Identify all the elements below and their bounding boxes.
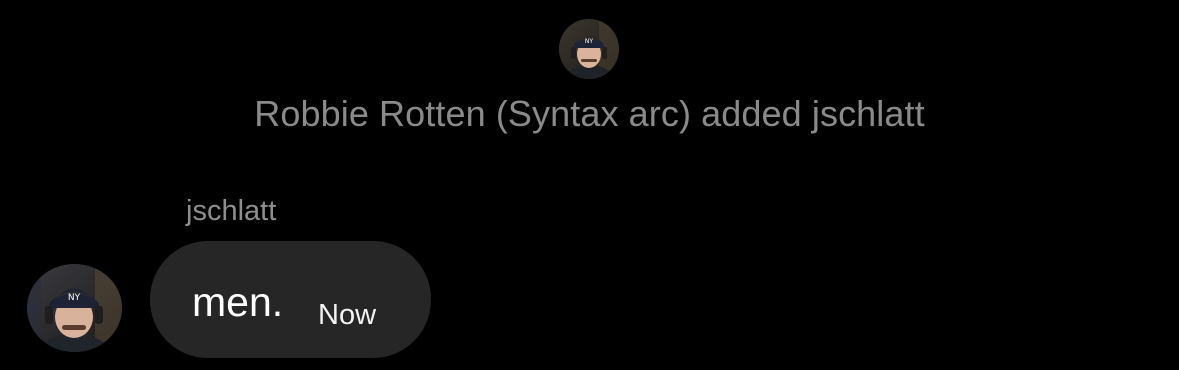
- user-avatar-icon: NY: [27, 264, 122, 352]
- message-sender-avatar[interactable]: NY: [27, 264, 122, 352]
- message-sender-name[interactable]: jschlatt: [186, 195, 276, 228]
- svg-text:NY: NY: [585, 38, 593, 45]
- system-event-avatar[interactable]: NY: [559, 19, 619, 79]
- message-timestamp: Now: [318, 299, 377, 331]
- message-text: men.: [192, 279, 284, 325]
- user-avatar-icon: NY: [559, 19, 619, 79]
- message-bubble[interactable]: men. Now: [150, 241, 431, 358]
- svg-text:NY: NY: [68, 293, 81, 303]
- system-event-text: Robbie Rotten (Syntax arc) added jschlat…: [254, 93, 925, 134]
